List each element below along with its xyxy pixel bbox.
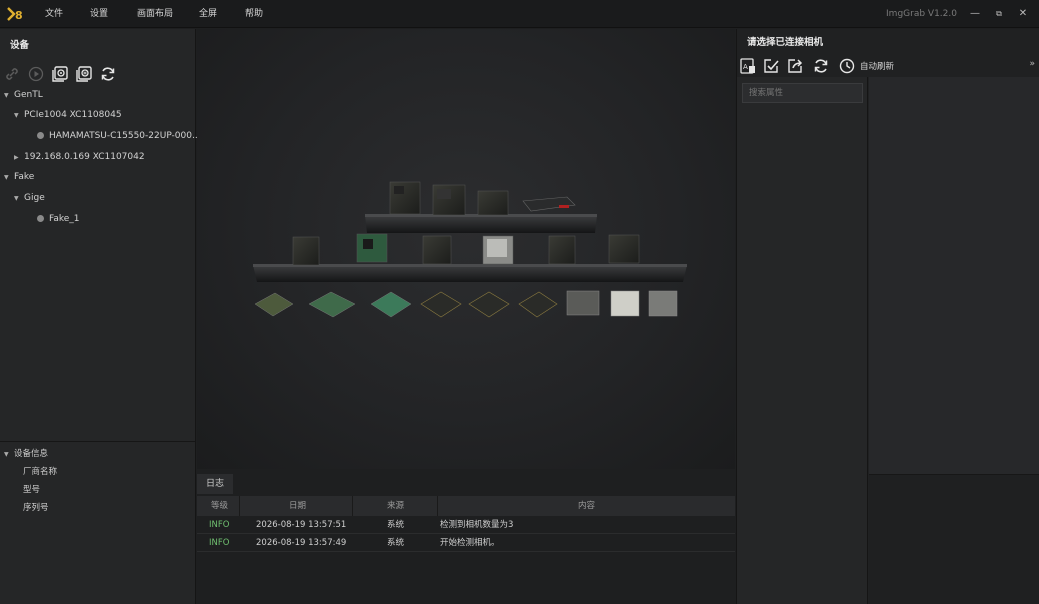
property-detail-area xyxy=(869,77,1039,474)
log-date: 2026-08-19 13:57:51 xyxy=(256,520,347,530)
auto-refresh-label[interactable]: 自动刷新 xyxy=(860,60,894,72)
device-panel-title: 设备 xyxy=(10,40,30,51)
camera-pause-icon[interactable] xyxy=(74,64,94,84)
device-toolbar xyxy=(2,64,118,84)
expand-arrow-icon[interactable]: ▼ xyxy=(14,189,24,209)
tree-node-ip[interactable]: ▶ 192.168.0.169 XC1107042 xyxy=(14,147,145,167)
close-button[interactable]: ✕ xyxy=(1011,0,1035,28)
tree-node-hamamatsu[interactable]: HAMAMATSU-C15550-22UP-000... xyxy=(37,126,201,146)
menu-settings[interactable]: 设置 xyxy=(90,0,108,28)
log-row[interactable]: INFO 2026-08-19 13:57:51 系统 检测到相机数量为3 xyxy=(197,517,735,534)
tree-node-fake[interactable]: ▼ Fake xyxy=(4,167,34,187)
tree-node-fake1[interactable]: Fake_1 xyxy=(37,209,80,229)
collapse-arrow-icon[interactable]: ▶ xyxy=(14,148,24,168)
camera-properties-panel: 请选择已连接相机 A 自动刷新 » xyxy=(736,29,1039,604)
menu-help[interactable]: 帮助 xyxy=(245,0,263,28)
title-bar: 8 文件 设置 画面布局 全屏 帮助 ImgGrab V1.2.0 — ⧉ ✕ xyxy=(0,0,1039,28)
log-header-content[interactable]: 内容 xyxy=(578,496,595,516)
menu-layout[interactable]: 画面布局 xyxy=(137,0,173,28)
device-panel: 设备 ▼ GenTL ▼ PCIe1004 XC1108045 HAMAMATSU-… xyxy=(0,29,201,604)
play-icon[interactable] xyxy=(26,64,46,84)
log-header-date[interactable]: 日期 xyxy=(289,496,306,516)
camera-record-icon[interactable] xyxy=(50,64,70,84)
property-description-area xyxy=(869,474,1039,604)
log-header-source[interactable]: 来源 xyxy=(387,496,404,516)
property-list xyxy=(737,77,868,604)
clock-icon[interactable] xyxy=(837,56,857,76)
property-search-input[interactable] xyxy=(742,83,863,103)
link-icon[interactable] xyxy=(2,64,22,84)
device-info-title: 设备信息 xyxy=(14,449,49,459)
column-divider xyxy=(239,496,240,516)
minimize-button[interactable]: — xyxy=(963,0,987,28)
info-field-model: 型号 xyxy=(23,485,41,495)
expand-arrow-icon[interactable]: ▼ xyxy=(4,451,14,458)
log-level: INFO xyxy=(209,520,230,530)
device-info-header[interactable]: ▼ 设备信息 xyxy=(4,447,48,459)
camera-panel-title: 请选择已连接相机 xyxy=(747,37,824,48)
tree-node-gentl[interactable]: ▼ GenTL xyxy=(4,85,43,105)
svg-text:8: 8 xyxy=(15,9,23,22)
svg-text:A: A xyxy=(743,63,748,71)
tree-node-gige[interactable]: ▼ Gige xyxy=(14,188,45,208)
middle-row-cards xyxy=(292,233,640,266)
log-content: 检测到相机数量为3 xyxy=(440,520,514,530)
app-logo-icon: 8 xyxy=(6,5,26,23)
product-showcase-image xyxy=(253,181,687,318)
top-row-devices xyxy=(389,181,576,216)
expand-arrow-icon[interactable]: ▼ xyxy=(14,106,24,126)
log-panel: 日志 等级 日期 来源 内容 INFO 2026-08-19 13:57:51 … xyxy=(197,470,735,604)
info-field-vendor: 厂商名称 xyxy=(23,467,58,477)
column-divider xyxy=(437,496,438,516)
column-divider xyxy=(352,496,353,516)
log-level: INFO xyxy=(209,538,230,548)
tree-label: Fake_1 xyxy=(49,214,80,224)
info-field-serial: 序列号 xyxy=(23,503,49,513)
expand-arrow-icon[interactable]: ▼ xyxy=(4,86,14,106)
refresh-properties-icon[interactable] xyxy=(807,56,835,76)
log-source: 系统 xyxy=(387,538,405,548)
tree-node-pcie[interactable]: ▼ PCIe1004 XC1108045 xyxy=(14,105,122,125)
expand-panel-icon[interactable]: » xyxy=(1029,59,1035,69)
status-dot-icon xyxy=(37,132,44,139)
tree-label: PCIe1004 XC1108045 xyxy=(24,110,122,120)
log-content: 开始检测相机。 xyxy=(440,538,500,548)
tree-label: Gige xyxy=(24,193,45,203)
menu-file[interactable]: 文件 xyxy=(45,0,63,28)
tree-label: Fake xyxy=(14,172,35,182)
app-version: ImgGrab V1.2.0 xyxy=(886,9,957,19)
tree-label: GenTL xyxy=(14,90,43,100)
status-dot-icon xyxy=(37,215,44,222)
tree-label: 192.168.0.169 XC1107042 xyxy=(24,152,145,162)
log-table-header: 等级 日期 来源 内容 xyxy=(197,496,735,516)
menu-fullscreen[interactable]: 全屏 xyxy=(199,0,217,28)
expand-arrow-icon[interactable]: ▼ xyxy=(4,168,14,188)
share-export-icon[interactable] xyxy=(783,56,807,76)
import-check-icon[interactable] xyxy=(759,56,783,76)
image-viewer xyxy=(197,29,735,469)
log-source: 系统 xyxy=(387,520,405,530)
log-header-level[interactable]: 等级 xyxy=(211,496,228,516)
restore-button[interactable]: ⧉ xyxy=(987,0,1011,28)
log-row[interactable]: INFO 2026-08-19 13:57:49 系统 开始检测相机。 xyxy=(197,535,735,552)
log-tab[interactable]: 日志 xyxy=(197,474,233,494)
log-date: 2026-08-19 13:57:49 xyxy=(256,538,347,548)
bottom-row-boards xyxy=(254,290,678,318)
tree-label: HAMAMATSU-C15550-22UP-000... xyxy=(49,131,201,141)
export-config-icon[interactable]: A xyxy=(737,56,759,76)
camera-properties-toolbar: A 自动刷新 xyxy=(737,55,894,77)
device-info-section: ▼ 设备信息 厂商名称 型号 序列号 xyxy=(0,441,195,604)
refresh-icon[interactable] xyxy=(98,64,118,84)
